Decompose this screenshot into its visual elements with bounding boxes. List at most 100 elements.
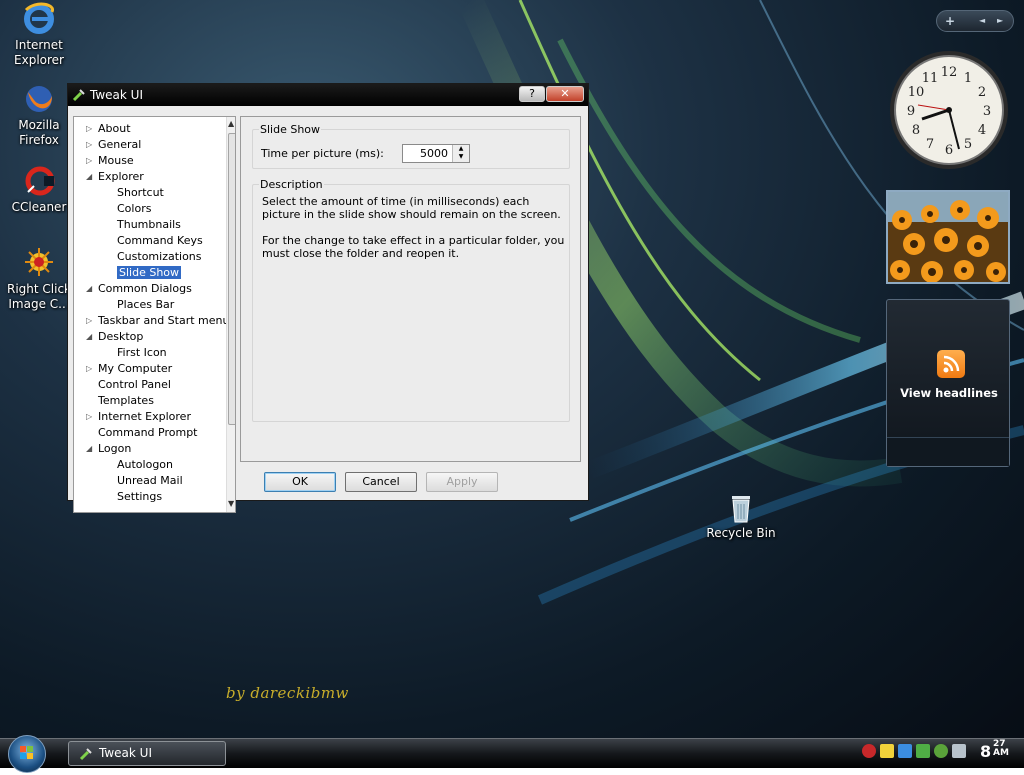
tree-item[interactable]: ▷ Internet Explorer <box>86 409 191 425</box>
tree-item[interactable]: First Icon <box>117 345 167 361</box>
shield-icon[interactable] <box>862 744 876 758</box>
clock-number: 7 <box>926 137 934 152</box>
desktop-icon-internet-explorer[interactable]: Internet Explorer <box>0 2 78 68</box>
tree-item[interactable]: Command Prompt <box>98 425 198 441</box>
network-icon[interactable] <box>898 744 912 758</box>
expand-arrow-icon[interactable]: ▷ <box>86 313 92 329</box>
tree-item[interactable]: Command Keys <box>117 233 203 249</box>
recycle-bin-icon <box>732 496 750 523</box>
tweakui-app-icon <box>72 89 85 102</box>
ok-button[interactable]: OK <box>264 472 336 492</box>
update-icon[interactable] <box>916 744 930 758</box>
tree-item[interactable]: ▷ General <box>86 137 142 153</box>
start-button[interactable] <box>8 735 46 773</box>
sidebar-next-button[interactable]: ► <box>997 16 1003 25</box>
tree-item-label: General <box>98 138 142 151</box>
collapse-arrow-icon[interactable]: ◢ <box>86 329 92 345</box>
tree-item[interactable]: Thumbnails <box>117 217 181 233</box>
title-bar[interactable]: Tweak UI ? ✕ <box>68 84 588 106</box>
spin-down-icon[interactable]: ▼ <box>453 153 469 161</box>
slideshow-group: Slide Show Time per picture (ms): 5000 ▲… <box>252 123 570 169</box>
clock-gadget[interactable]: 12 1 2 3 4 5 6 7 8 9 10 11 <box>888 49 1010 171</box>
tree-item-label: Unread Mail <box>117 474 183 487</box>
tree-item-label: Thumbnails <box>117 218 181 231</box>
volume-icon[interactable] <box>952 744 966 758</box>
flowers-photo <box>888 192 1008 282</box>
tree-item[interactable]: Control Panel <box>98 377 171 393</box>
clock-number: 1 <box>964 71 972 86</box>
collapse-arrow-icon[interactable]: ◢ <box>86 169 92 185</box>
expand-arrow-icon[interactable]: ▷ <box>86 409 92 425</box>
feed-footer <box>887 437 1009 466</box>
expand-arrow-icon[interactable]: ▷ <box>86 361 92 377</box>
slideshow-gadget[interactable] <box>886 190 1010 284</box>
spinner-buttons[interactable]: ▲ ▼ <box>452 145 469 162</box>
clock-number: 11 <box>922 71 939 86</box>
tree-item[interactable]: ◢ Logon <box>86 441 132 457</box>
tree-item[interactable]: ◢ Common Dialogs <box>86 281 192 297</box>
description-text: Select the amount of time (in millisecon… <box>262 195 567 273</box>
desktop-icon-recycle-bin[interactable]: Recycle Bin <box>702 492 780 541</box>
tree-item[interactable]: Places Bar <box>117 297 174 313</box>
tweakui-window: Tweak UI ? ✕ Settings Unread Mail Autologo… <box>67 83 589 513</box>
tree-scrollbar[interactable]: ▲ ▼ <box>226 117 235 512</box>
tree-item[interactable]: Slide Show <box>117 265 182 281</box>
scroll-up-arrow-icon[interactable]: ▲ <box>228 119 234 128</box>
taskbar-clock[interactable]: 8 27 AM <box>980 740 1009 762</box>
tree-item[interactable]: Unread Mail <box>117 473 183 489</box>
help-button[interactable]: ? <box>519 86 545 102</box>
settings-panel: Slide Show Time per picture (ms): 5000 ▲… <box>240 116 581 462</box>
tree-item[interactable]: ▷ About <box>86 121 131 137</box>
tree-item-label: Templates <box>98 394 154 407</box>
tree-item[interactable]: Autologon <box>117 457 173 473</box>
tree-item[interactable]: ▷ Taskbar and Start menu <box>86 313 229 329</box>
collapse-arrow-icon[interactable]: ◢ <box>86 281 92 297</box>
time-per-picture-value[interactable]: 5000 <box>420 147 448 160</box>
rss-icon <box>937 350 965 378</box>
tree-item-label: Explorer <box>98 170 144 183</box>
tree-item[interactable]: ▷ Mouse <box>86 153 134 169</box>
description-paragraph: Select the amount of time (in millisecon… <box>262 195 561 221</box>
scroll-thumb[interactable] <box>228 133 235 425</box>
tree-item-label: Command Keys <box>117 234 203 247</box>
tree-item[interactable]: Settings <box>117 489 162 505</box>
tree-item[interactable]: ◢ Explorer <box>86 169 144 185</box>
taskbar-button-tweakui[interactable]: Tweak UI <box>68 741 226 766</box>
tree-item-label: Settings <box>117 490 163 503</box>
tree-item[interactable]: ◢ Desktop <box>86 329 143 345</box>
expand-arrow-icon[interactable]: ▷ <box>86 137 92 153</box>
right-click-icon <box>25 248 53 276</box>
apply-button[interactable]: Apply <box>426 472 498 492</box>
sidebar-prev-button[interactable]: ◄ <box>979 16 985 25</box>
clock-number: 3 <box>983 104 991 119</box>
tree-item[interactable]: Shortcut <box>117 185 164 201</box>
ie-icon <box>24 2 54 34</box>
ccleaner-icon <box>25 166 55 196</box>
green-app-icon[interactable] <box>934 744 948 758</box>
cancel-button[interactable]: Cancel <box>345 472 417 492</box>
spin-up-icon[interactable]: ▲ <box>453 145 469 153</box>
tweakui-taskbar-icon <box>79 748 92 761</box>
tree-item-label: Mouse <box>98 154 134 167</box>
tree-item[interactable]: Colors <box>117 201 151 217</box>
tree-item-label: About <box>98 122 131 135</box>
add-gadget-button[interactable]: + <box>945 14 955 28</box>
desktop-icon-label: Right Click Image C... <box>6 282 71 311</box>
scroll-down-arrow-icon[interactable]: ▼ <box>228 499 234 508</box>
tree-item[interactable]: Customizations <box>117 249 202 265</box>
warning-icon[interactable] <box>880 744 894 758</box>
expand-arrow-icon[interactable]: ▷ <box>86 121 92 137</box>
tree-item-label: Autologon <box>117 458 174 471</box>
tree-item[interactable]: ▷ My Computer <box>86 361 172 377</box>
description-group: Description Select the amount of time (i… <box>252 178 570 422</box>
desktop-icon-label: Internet Explorer <box>14 38 64 67</box>
view-headlines-link[interactable]: View headlines <box>887 386 1011 400</box>
time-per-picture-spinner[interactable]: 5000 ▲ ▼ <box>402 144 470 163</box>
expand-arrow-icon[interactable]: ▷ <box>86 153 92 169</box>
close-button[interactable]: ✕ <box>546 86 584 102</box>
settings-tree[interactable]: Settings Unread Mail Autologon ◢ Logon Comman… <box>73 116 236 513</box>
tree-item[interactable]: Templates <box>98 393 154 409</box>
tree-item-label: Logon <box>98 442 132 455</box>
collapse-arrow-icon[interactable]: ◢ <box>86 441 92 457</box>
feed-headlines-gadget[interactable]: View headlines <box>886 299 1010 467</box>
